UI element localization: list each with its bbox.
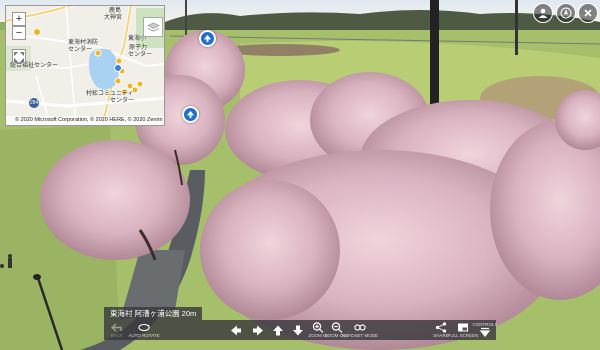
compass-button[interactable] bbox=[556, 3, 576, 23]
back-arrow-icon bbox=[111, 323, 122, 332]
map-label-school: 東海小 bbox=[128, 36, 147, 42]
arrow-left-icon bbox=[231, 325, 241, 335]
map-label-plaza2: センター bbox=[110, 98, 135, 104]
user-button[interactable] bbox=[533, 3, 553, 23]
fullscreen-button[interactable]: FULL SCREEN bbox=[448, 320, 478, 340]
auto-rotate-label: AUTO ROTATE bbox=[128, 333, 160, 338]
map-layer-button[interactable] bbox=[143, 17, 163, 37]
headset-mode-button[interactable]: HEADSET MODE bbox=[342, 320, 378, 340]
map-label-tokai: 東海村消防 bbox=[68, 40, 99, 46]
expand-icon bbox=[14, 52, 24, 62]
close-icon bbox=[584, 9, 592, 17]
map-label-route: 284 bbox=[30, 100, 39, 106]
controls-toggle-icon bbox=[479, 327, 491, 337]
user-icon bbox=[538, 8, 548, 18]
pan-left-button[interactable] bbox=[228, 320, 244, 340]
arrow-up-icon bbox=[273, 325, 283, 335]
fullscreen-icon bbox=[458, 323, 468, 332]
back-button[interactable]: BACK bbox=[106, 320, 128, 340]
map-label-soukan: 総合福祉センター bbox=[10, 63, 59, 69]
mini-map[interactable]: 鹿島 大神宮 東海村消防 センター 東海小 原子力 センター 総合福祉センター … bbox=[5, 5, 165, 126]
map-label-daimachi: 大神宮 bbox=[104, 15, 123, 21]
zoom-in-icon bbox=[312, 322, 324, 333]
vr-headset-icon bbox=[354, 324, 366, 331]
map-expand-button[interactable] bbox=[12, 49, 26, 63]
headset-label: HEADSET MODE bbox=[342, 333, 378, 338]
auto-rotate-icon bbox=[138, 323, 150, 332]
bottom-toolbar: BACK AUTO ROTATE ZOOM IN ZOOM OUT HEADSE… bbox=[104, 320, 498, 340]
arrow-right-icon bbox=[253, 325, 263, 335]
arrow-up-icon bbox=[203, 34, 212, 43]
pan-down-button[interactable] bbox=[290, 320, 306, 340]
layers-icon bbox=[146, 22, 160, 32]
hotspot-arrow-2[interactable] bbox=[182, 106, 199, 123]
hotspot-arrow-1[interactable] bbox=[199, 30, 216, 47]
map-label-go-center: センター bbox=[128, 52, 153, 58]
pan-up-button[interactable] bbox=[270, 320, 286, 340]
map-zoom-in-button[interactable]: + bbox=[12, 12, 26, 26]
zoom-out-icon bbox=[331, 322, 343, 333]
map-label-go: 原子力 bbox=[129, 45, 148, 51]
back-label: BACK bbox=[110, 333, 124, 338]
pan-right-button[interactable] bbox=[250, 320, 266, 340]
controls-button[interactable]: CONTROLS bbox=[473, 320, 498, 340]
share-label: SHARE bbox=[433, 333, 449, 338]
arrow-up-icon bbox=[186, 110, 195, 119]
arrow-down-icon bbox=[293, 325, 303, 335]
map-label-center: センター bbox=[68, 47, 93, 53]
location-caption: 東海村 阿漕ヶ浦公園 20m bbox=[104, 307, 203, 320]
map-copyright: © 2020 Microsoft Corporation, © 2020 HER… bbox=[6, 116, 164, 125]
share-icon bbox=[435, 322, 447, 333]
map-zoom-out-button[interactable]: − bbox=[12, 26, 26, 40]
map-label-town: 鹿島 bbox=[109, 8, 122, 14]
compass-icon bbox=[560, 7, 572, 19]
map-label-plaza: 村松コミュニティ bbox=[86, 91, 134, 97]
close-button[interactable] bbox=[578, 3, 598, 23]
auto-rotate-button[interactable]: AUTO ROTATE bbox=[128, 320, 160, 340]
